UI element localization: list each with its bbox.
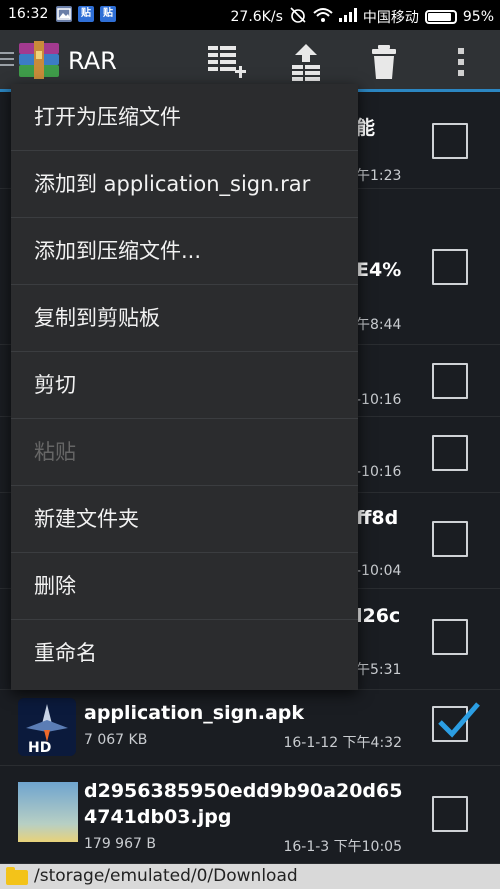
row-checkbox[interactable] <box>432 363 468 399</box>
menu-item-add-to-archive[interactable]: 添加到压缩文件... <box>11 218 358 285</box>
menu-item-paste: 粘贴 <box>11 419 358 486</box>
nav-menu-icon[interactable] <box>0 52 14 70</box>
current-path: /storage/emulated/0/Download <box>34 866 298 886</box>
add-to-archive-icon[interactable] <box>206 42 250 82</box>
paste-icon-blue: 贴 <box>78 6 94 22</box>
menu-item-rename[interactable]: 重命名 <box>11 620 358 690</box>
context-menu: 打开为压缩文件 添加到 application_sign.rar 添加到压缩文件… <box>11 84 358 690</box>
apk-thumbnail: HD <box>18 698 76 756</box>
menu-item-add-to-rar[interactable]: 添加到 application_sign.rar <box>11 151 358 218</box>
menu-item-cut[interactable]: 剪切 <box>11 352 358 419</box>
row-checkbox[interactable] <box>432 521 468 557</box>
row-checkbox[interactable] <box>432 796 468 832</box>
net-speed: 27.6K/s <box>230 9 283 25</box>
row-checkbox[interactable] <box>432 435 468 471</box>
file-date: 16-1-12 下午4:32 <box>283 735 402 751</box>
row-title-partial: E4% <box>356 259 402 281</box>
folder-icon <box>6 867 28 885</box>
app-bar: RAR <box>0 30 500 92</box>
list-item[interactable]: HD application_sign.apk 7 067 KB 16-1-12… <box>0 690 500 766</box>
status-bar: 16:32 贴 贴 27.6K/s 中国移动 95% <box>0 0 500 30</box>
menu-item-new-folder[interactable]: 新建文件夹 <box>11 486 358 553</box>
signal-icon <box>338 8 357 26</box>
row-date-partial: -10:16 <box>356 392 402 408</box>
menu-item-copy-to-clipboard[interactable]: 复制到剪贴板 <box>11 285 358 352</box>
extract-up-icon[interactable] <box>284 42 328 82</box>
row-checkbox[interactable] <box>432 249 468 285</box>
file-date: 16-1-3 下午10:05 <box>283 839 402 855</box>
row-title-partial: ff8d <box>356 507 399 529</box>
wifi-icon <box>313 7 333 27</box>
app-title: RAR <box>68 47 117 75</box>
alarm-off-icon <box>289 6 307 28</box>
row-date-partial: 午8:44 <box>356 317 402 333</box>
list-item[interactable]: d2956385950edd9b90a20d65 4741db03.jpg 17… <box>0 766 500 864</box>
checkmark-icon <box>438 702 480 738</box>
rar-logo-icon <box>19 41 59 79</box>
row-title-partial: l26c <box>356 605 401 627</box>
file-name-line1: d2956385950edd9b90a20d65 <box>84 780 403 802</box>
gallery-icon <box>56 6 72 22</box>
file-name-line2: 4741db03.jpg <box>84 806 232 828</box>
row-title-partial: 能 <box>356 117 376 139</box>
file-name: application_sign.apk <box>84 702 305 724</box>
status-right: 27.6K/s 中国移动 95% <box>230 6 494 28</box>
jpg-thumbnail <box>18 782 78 842</box>
delete-icon[interactable] <box>362 42 406 82</box>
row-date-partial: -10:16 <box>356 464 402 480</box>
row-date-partial: 午5:31 <box>356 662 402 678</box>
file-size: 7 067 KB <box>84 732 148 748</box>
battery-percent: 95% <box>462 9 494 25</box>
carrier-name: 中国移动 <box>362 10 419 26</box>
paste-icon-blue: 贴 <box>100 6 116 22</box>
row-checkbox-checked[interactable] <box>432 702 480 742</box>
row-checkbox[interactable] <box>432 123 468 159</box>
status-time: 16:32 <box>8 6 49 22</box>
menu-item-delete[interactable]: 删除 <box>11 553 358 620</box>
path-bar: /storage/emulated/0/Download <box>0 864 500 889</box>
menu-item-open-as-archive[interactable]: 打开为压缩文件 <box>11 84 358 151</box>
svg-text:HD: HD <box>28 740 51 756</box>
overflow-menu-icon[interactable] <box>440 42 484 82</box>
row-checkbox[interactable] <box>432 619 468 655</box>
file-size: 179 967 B <box>84 836 156 852</box>
row-date-partial: 午1:23 <box>356 168 402 184</box>
row-date-partial: -10:04 <box>356 563 402 579</box>
battery-icon <box>424 10 457 24</box>
